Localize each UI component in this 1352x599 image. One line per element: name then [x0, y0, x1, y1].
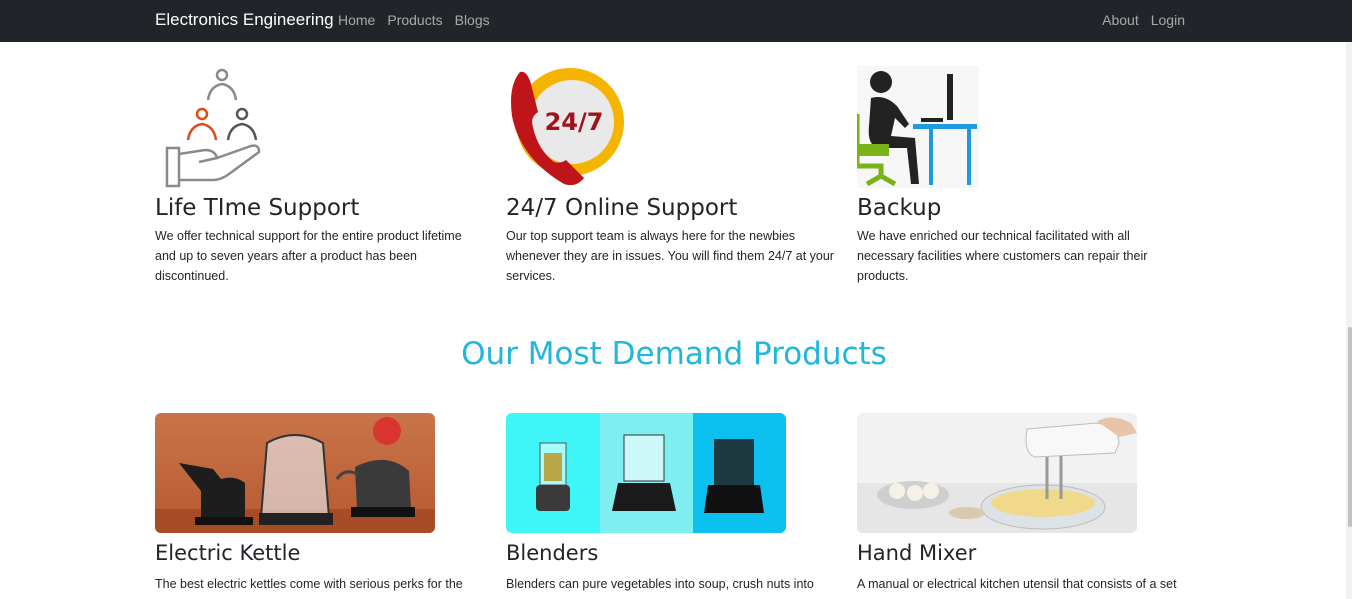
support-hand-icon — [155, 66, 277, 188]
service-card-backup: Backup We have enriched our technical fa… — [854, 66, 1187, 286]
product-card-electric-kettle: Electric Kettle The best electric kettle… — [155, 413, 485, 595]
nav-home[interactable]: Home — [338, 12, 375, 28]
nav-products[interactable]: Products — [387, 12, 442, 28]
phone-24-7-icon: 24/7 — [506, 66, 628, 188]
product-title: Blenders — [506, 541, 599, 565]
navbar: Electronics Engineering Home Products Bl… — [0, 0, 1352, 42]
section-title: Our Most Demand Products — [461, 336, 887, 372]
service-description: We offer technical support for the entir… — [155, 229, 462, 283]
nav-right: About Login — [1090, 12, 1185, 28]
blenders-image[interactable] — [506, 413, 786, 533]
nav-login[interactable]: Login — [1151, 12, 1185, 28]
service-description: We have enriched our technical facilitat… — [857, 229, 1148, 283]
product-description: Blenders can pure vegetables into soup, … — [506, 577, 814, 591]
page-scrollbar[interactable] — [1346, 42, 1352, 599]
nav-left: Home Products Blogs — [338, 12, 502, 28]
brand-link[interactable]: Electronics Engineering — [155, 10, 334, 30]
nav-about[interactable]: About — [1102, 12, 1139, 28]
product-description: The best electric kettles come with seri… — [155, 577, 463, 591]
service-card-online-support: 24/7 24/7 Online Support Our top support… — [506, 66, 836, 286]
service-title: 24/7 Online Support — [506, 195, 738, 221]
product-title: Electric Kettle — [155, 541, 301, 565]
icon-label: 24/7 — [545, 108, 604, 136]
scrollbar-thumb[interactable] — [1348, 327, 1352, 527]
product-description: A manual or electrical kitchen utensil t… — [857, 577, 1177, 591]
service-card-lifetime-support: Life TIme Support We offer technical sup… — [155, 66, 485, 286]
product-card-blenders: Blenders Blenders can pure vegetables in… — [506, 413, 836, 595]
hand-mixer-image[interactable] — [857, 413, 1137, 533]
product-card-hand-mixer: Hand Mixer A manual or electrical kitche… — [857, 413, 1187, 595]
service-title: Backup — [857, 195, 942, 221]
nav-blogs[interactable]: Blogs — [455, 12, 490, 28]
kettle-image[interactable] — [155, 413, 435, 533]
service-description: Our top support team is always here for … — [506, 229, 834, 283]
person-at-desk-icon — [854, 66, 979, 188]
product-title: Hand Mixer — [857, 541, 977, 565]
service-title: Life TIme Support — [155, 195, 360, 221]
